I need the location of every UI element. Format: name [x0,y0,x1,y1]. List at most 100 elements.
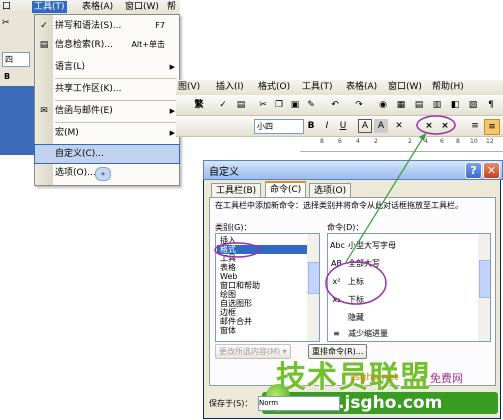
italic-button[interactable]: I [320,119,334,133]
underline-button[interactable]: U [336,119,350,133]
menu-shortcut: F7 [155,21,165,30]
standard-toolbar: 繁 ✓ ▤ ✂ ❐ ▣ ✎ ↶ ↷ ◉ ▦ ▤ ▥ ◧ ▨ ¶ [176,95,503,116]
menubar-item-help[interactable]: 帮助(H) [430,81,466,93]
menu-item-shared-workspace[interactable]: 共享工作区(K)... [35,80,179,98]
menu-item-macro[interactable]: 宏(M) ▶ [35,124,179,142]
undo-icon[interactable]: ↶ [328,98,342,112]
menubar-item-view[interactable]: 图(V) [176,81,202,93]
menu-item-label: 宏(M) [55,128,79,138]
menu-item-options[interactable]: 选项(O)... [35,164,96,182]
menu-item-language[interactable]: 语言(L) ▶ [35,58,179,76]
list-item[interactable]: 窗体 [220,326,236,335]
menubar-item[interactable]: 口 [0,1,13,13]
command-item[interactable]: Abc 小型大写字母 [328,236,476,254]
bold-button[interactable]: B [304,119,318,133]
char-shading-button[interactable]: A [374,119,388,133]
watermark-mark: 免费网 [430,372,463,385]
save-in-select[interactable]: Norm [258,396,340,411]
menu-item-label: 信息检索(R)... [55,40,113,50]
menubar-item-help[interactable]: 帮 [165,1,178,13]
expand-menu-icon[interactable]: » [95,167,111,181]
command-label: 隐藏 [348,313,364,322]
scrollbar-thumb[interactable] [308,262,319,294]
align-left-icon[interactable]: ≡ [468,119,482,133]
list-item[interactable]: 边框 [220,308,236,317]
menu-separator [55,100,177,101]
superscript-button[interactable]: × [422,119,436,133]
insert-table-icon[interactable]: ▤ [412,98,426,112]
menu-item-label: 共享工作区(K)... [55,84,122,94]
list-item[interactable]: 窗口和帮助 [220,281,260,290]
close-button[interactable]: ✕ [483,162,500,179]
categories-list[interactable]: 插入 格式 工具 表格 Web 窗口和帮助 绘图 自选图形 边框 邮件合并 窗体 [215,233,320,342]
toolbar-icon[interactable]: ✂ [2,18,16,30]
spelling-icon[interactable]: ✓ [216,98,230,112]
dialog-titlebar[interactable]: 自定义 ? ✕ [203,160,503,180]
menubar-item-tools[interactable]: 工具(T) [300,81,335,93]
menubar-item-tools[interactable]: 工具(T) [32,1,67,13]
copy-icon[interactable]: ❐ [272,98,286,112]
menubar-item-insert[interactable]: 插入(I) [214,81,246,93]
paste-icon[interactable]: ▣ [288,98,302,112]
list-item[interactable]: 自选图形 [220,299,252,308]
ruler-number: 6 [440,138,444,145]
command-item[interactable]: x₂ 下标 [328,290,476,308]
abc-check-icon: ✓ [40,21,48,31]
justify-icon[interactable]: ≡ [484,119,500,135]
categories-label: 类别(G)： [215,223,252,232]
all-caps-icon: AB [331,259,342,268]
menubar-item-table[interactable]: 表格(A) [80,1,115,13]
ruler-number: 8 [456,138,460,145]
tab-options[interactable]: 选项(O) [309,183,352,198]
format-painter-icon[interactable]: ✎ [304,98,318,112]
menubar-item-window[interactable]: 窗口(W) [123,1,161,13]
list-item[interactable]: 绘图 [220,290,236,299]
command-item[interactable]: AB 全部大写 [328,254,476,272]
categories-scrollbar[interactable] [307,234,319,341]
ruler-number: 12 [486,138,494,145]
table-icon[interactable]: ▦ [394,98,408,112]
menu-item-spelling[interactable]: ✓ 拼写和语法(S)... F7 [35,17,179,35]
redo-icon[interactable]: ↷ [352,98,366,112]
menu-item-letters-mailings[interactable]: ✉ 信函与邮件(E) ▶ [35,102,179,120]
menu-item-customize[interactable]: 自定义(C)... [34,144,180,164]
research-icon[interactable]: ▤ [234,98,248,112]
horizontal-ruler[interactable]: 8 6 4 2 2 4 6 8 10 12 [300,137,503,152]
menu-item-research[interactable]: ▤ 信息检索(R)... Alt+单击 [35,36,179,54]
menu-item-label: 选项(O)... [55,168,96,178]
font-size-dropdown[interactable]: 四 [2,52,30,67]
subscript-button[interactable]: × [438,119,452,133]
ruler-number: 6 [338,138,342,145]
bold-icon[interactable]: B [4,72,10,81]
command-label: 小型大写字母 [348,241,396,250]
cut-icon[interactable]: ✂ [256,98,270,112]
list-item-selected[interactable]: 格式 [217,245,308,254]
document-map-icon[interactable]: ▨ [466,98,480,112]
list-item[interactable]: 邮件合并 [220,317,252,326]
command-item[interactable]: ≡ 减少缩进量 [328,324,476,341]
commands-list[interactable]: Abc 小型大写字母 AB 全部大写 x² 上标 x₂ 下标 隐藏 ≡ 减少缩进… [327,233,491,342]
char-scale-icon[interactable]: ✕ [392,119,406,133]
menubar-item-format[interactable]: 格式(O) [256,81,292,93]
command-label: 上标 [348,277,364,286]
columns-icon[interactable]: ▥ [430,98,444,112]
tab-toolbars[interactable]: 工具栏(B) [211,183,262,198]
help-button[interactable]: ? [465,162,482,179]
traditional-chinese-button[interactable]: 繁 [192,98,206,112]
list-item[interactable]: 工具 [220,254,236,263]
menubar-item-table[interactable]: 表格(A) [344,81,379,93]
list-item[interactable]: 表格 [220,263,236,272]
hyperlink-icon[interactable]: ◉ [376,98,390,112]
scrollbar-thumb[interactable] [479,260,490,298]
font-size-dropdown[interactable]: 小四 [254,119,304,134]
instruction-text: 在工具栏中添加新命令：选择类别并将命令从此对话框拖放至工具栏。 [215,201,463,210]
commands-scrollbar[interactable] [478,234,490,341]
menubar-item-window[interactable]: 窗口(W) [386,81,424,93]
list-item[interactable]: Web [220,272,237,281]
command-item[interactable]: x² 上标 [328,272,476,290]
show-hide-icon[interactable]: ¶ [484,98,498,112]
list-item[interactable]: 插入 [220,236,236,245]
menu-separator [55,78,177,79]
drawing-icon[interactable]: ◧ [448,98,462,112]
char-border-button[interactable]: A [358,119,372,133]
